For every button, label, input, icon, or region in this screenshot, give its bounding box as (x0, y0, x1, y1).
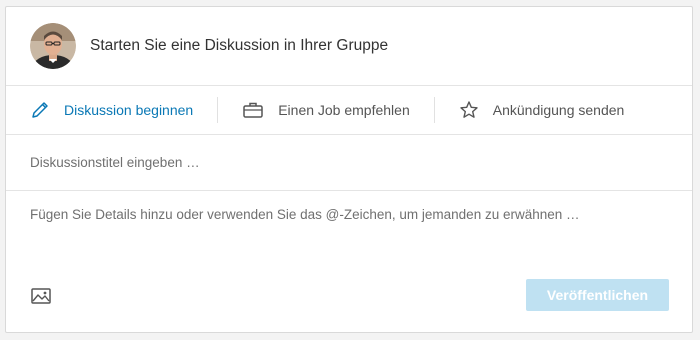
avatar (30, 23, 76, 69)
discussion-title-input[interactable] (30, 155, 630, 170)
title-input-row (6, 135, 692, 191)
action-divider (433, 97, 435, 123)
briefcase-icon (242, 100, 264, 120)
action-divider (217, 97, 219, 123)
image-icon (31, 288, 51, 304)
recommend-job-tab[interactable]: Einen Job empfehlen (242, 100, 410, 120)
publish-button[interactable]: Veröffentlichen (526, 279, 669, 311)
discussion-composer-card: Starten Sie eine Diskussion in Ihrer Gru… (5, 6, 693, 333)
star-icon (459, 100, 479, 120)
recommend-job-label: Einen Job empfehlen (278, 102, 410, 118)
send-announcement-label: Ankündigung senden (492, 102, 625, 118)
discussion-details-input[interactable] (30, 207, 670, 247)
composer-header: Starten Sie eine Diskussion in Ihrer Gru… (6, 7, 692, 86)
composer-action-bar: Diskussion beginnen Einen Job empfehlen … (6, 86, 692, 135)
add-image-button[interactable] (30, 286, 52, 306)
pencil-icon (30, 100, 50, 120)
composer-title: Starten Sie eine Diskussion in Ihrer Gru… (90, 37, 389, 54)
send-announcement-tab[interactable]: Ankündigung senden (459, 100, 625, 120)
start-discussion-tab[interactable]: Diskussion beginnen (30, 100, 193, 120)
start-discussion-label: Diskussion beginnen (64, 102, 194, 118)
